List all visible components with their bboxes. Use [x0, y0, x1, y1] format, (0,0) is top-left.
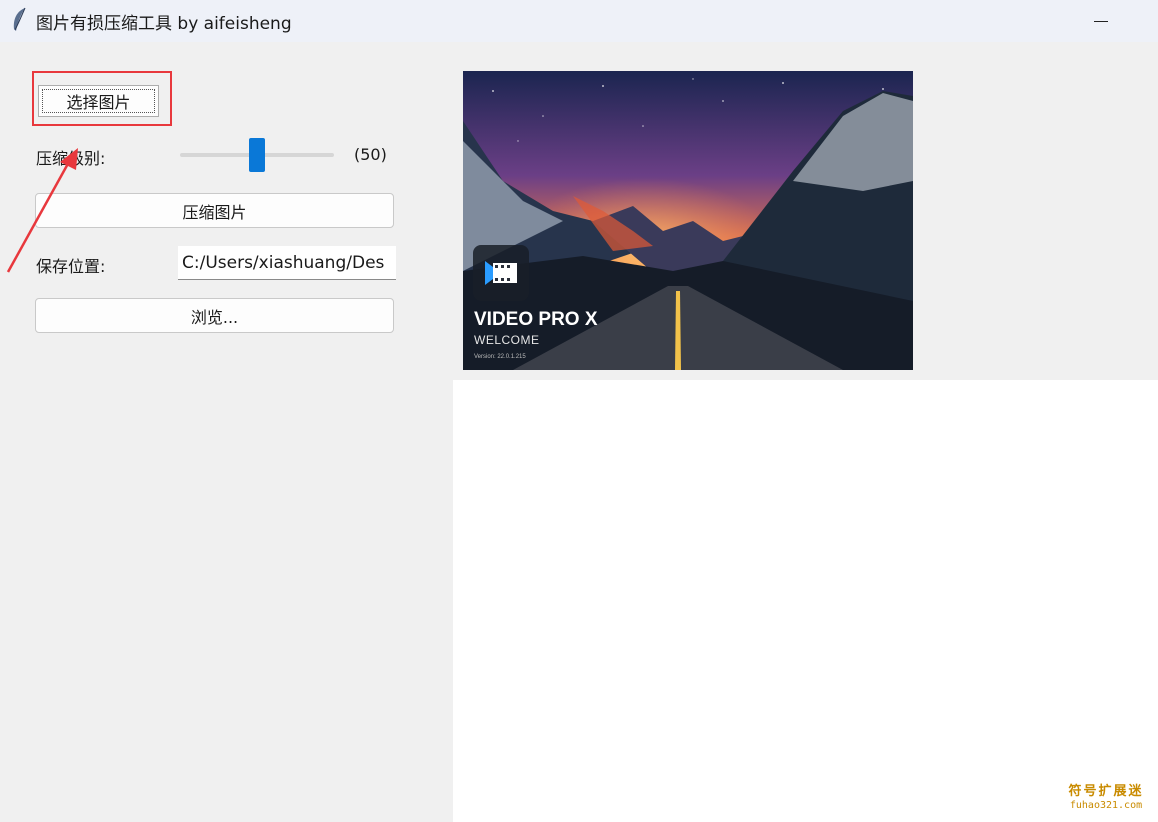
- watermark: 符号扩展迷 fuhao321.com: [1060, 784, 1152, 812]
- title-bar: 图片有损压缩工具 by aifeisheng: [0, 0, 1158, 42]
- compress-level-slider-thumb[interactable]: [249, 138, 265, 172]
- compress-image-label: 压缩图片: [182, 202, 247, 222]
- preview-version: Version: 22.0.1.215: [474, 354, 526, 360]
- preview-subtitle: WELCOME: [474, 333, 540, 347]
- preview-image: VIDEO PRO X WELCOME Version: 22.0.1.215: [463, 71, 913, 370]
- browse-button[interactable]: 浏览...: [35, 298, 394, 333]
- minimize-icon: [1094, 20, 1108, 22]
- window-title: 图片有损压缩工具 by aifeisheng: [36, 14, 292, 34]
- save-path-field[interactable]: [178, 246, 396, 280]
- browse-label: 浏览...: [190, 307, 239, 327]
- feather-icon: [13, 7, 26, 31]
- preview-canvas: [453, 380, 1158, 822]
- preview-title: VIDEO PRO X: [474, 309, 598, 330]
- focus-ring: [42, 89, 155, 113]
- watermark-line2: fuhao321.com: [1069, 800, 1143, 811]
- minimize-button[interactable]: [1078, 0, 1124, 42]
- select-image-button[interactable]: 选择图片: [38, 85, 159, 117]
- video-pro-logo-icon: [473, 245, 529, 301]
- watermark-line1: 符号扩展迷: [1068, 784, 1144, 799]
- compress-level-value: (50): [354, 145, 387, 164]
- annotation-arrow-icon: [6, 148, 78, 273]
